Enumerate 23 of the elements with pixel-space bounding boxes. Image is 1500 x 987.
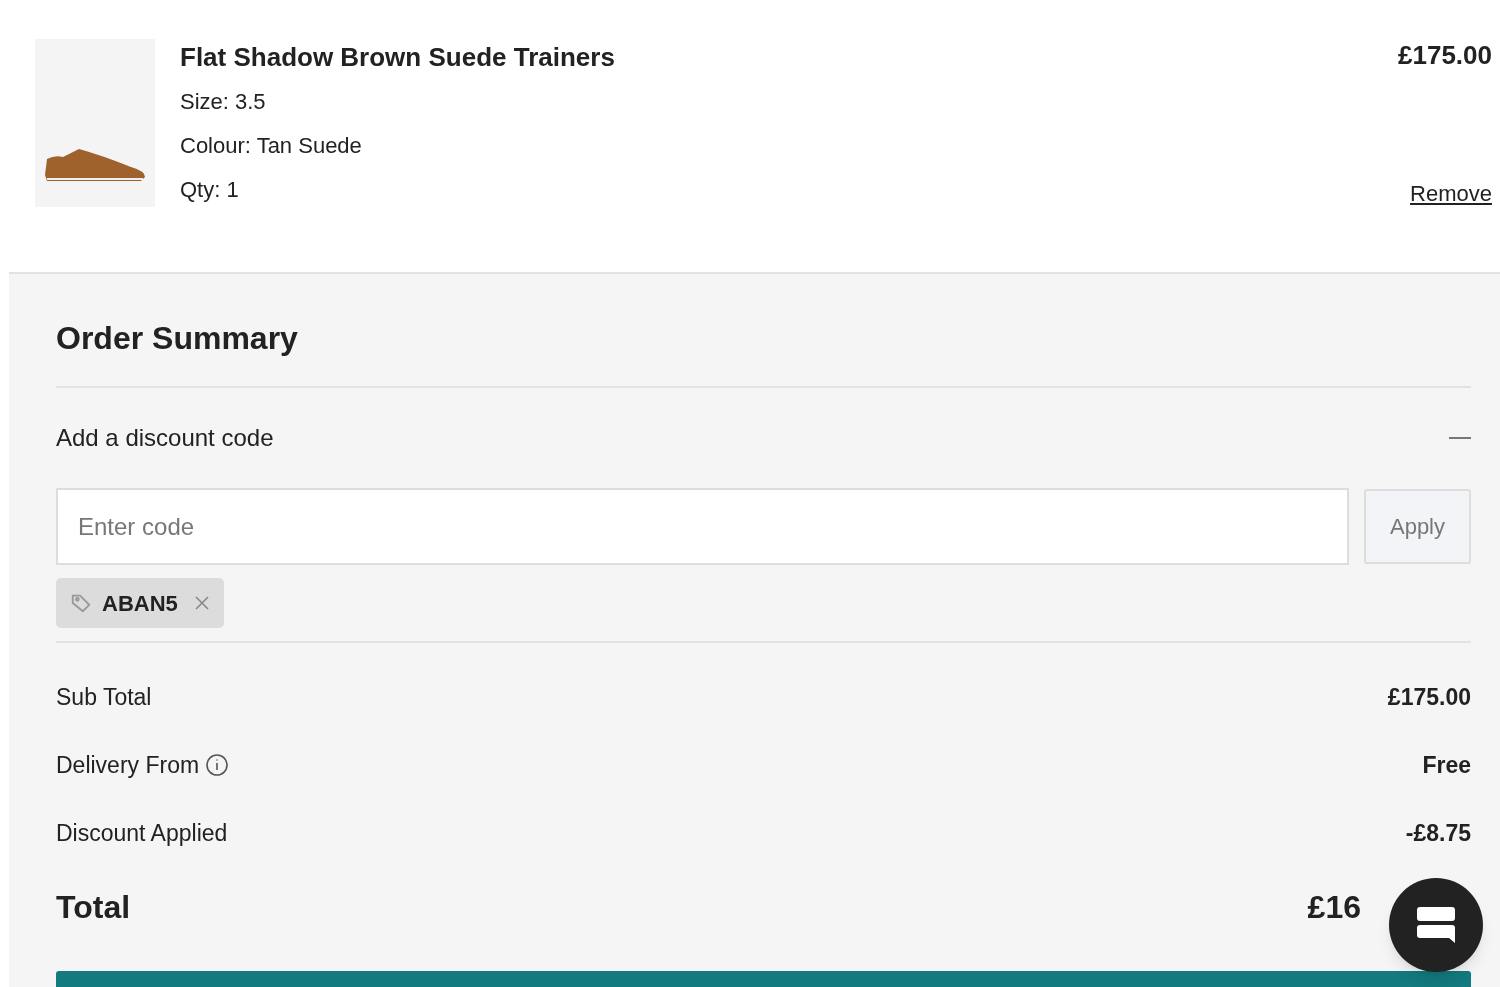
- remove-link[interactable]: Remove: [1410, 177, 1492, 210]
- close-icon[interactable]: [193, 595, 210, 611]
- product-detail: Size: 3.5: [180, 88, 267, 116]
- summary-value: Free: [1422, 750, 1471, 780]
- summary-label: Sub Total: [56, 682, 152, 712]
- product-price: £175.00: [1398, 39, 1492, 71]
- apply-button[interactable]: Apply: [1364, 489, 1471, 564]
- product-detail: Colour: Tan Suede: [180, 132, 363, 160]
- total-value: £16: [1307, 888, 1361, 927]
- summary-label: Discount Applied: [56, 818, 228, 848]
- total-label: Total: [56, 888, 131, 927]
- minus-icon[interactable]: [1449, 436, 1471, 440]
- summary-label: Delivery From: [56, 750, 200, 780]
- discount-label: Add a discount code: [56, 423, 274, 453]
- product-name: Flat Shadow Brown Suede Trainers: [180, 41, 616, 73]
- summary-value: £175.00: [1387, 682, 1471, 712]
- summary-value: -£8.75: [1405, 818, 1471, 848]
- discount-code: ABAN5: [102, 589, 178, 618]
- product-detail: Qty: 1: [180, 176, 240, 204]
- tag-icon: [70, 592, 92, 614]
- discount-code-field[interactable]: Enter code: [56, 488, 1349, 565]
- info-icon[interactable]: [205, 753, 230, 777]
- summary-title: Order Summary: [56, 274, 1471, 388]
